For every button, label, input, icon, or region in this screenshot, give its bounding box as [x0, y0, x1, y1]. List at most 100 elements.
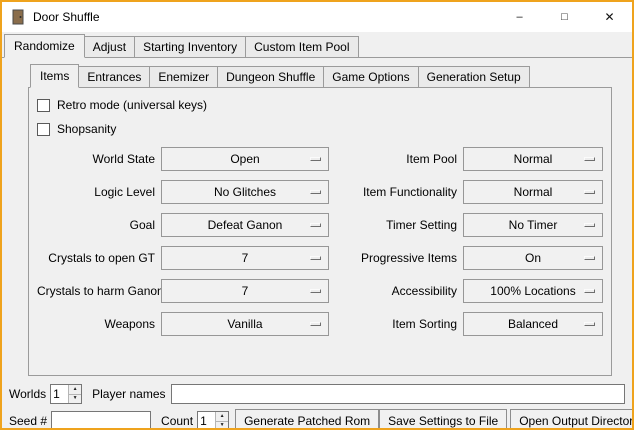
dropdown-indicator-icon — [584, 157, 595, 161]
chevron-up-icon: ▲ — [73, 387, 78, 392]
tab-dungeon-shuffle[interactable]: Dungeon Shuffle — [217, 66, 324, 87]
tab-starting-inventory[interactable]: Starting Inventory — [134, 36, 246, 57]
goal-row: Goal Defeat Ganon — [37, 213, 329, 237]
world-state-dropdown[interactable]: Open — [161, 147, 329, 171]
logic-level-value: No Glitches — [214, 185, 276, 199]
crystals-open-gt-row: Crystals to open GT 7 — [37, 246, 329, 270]
minimize-button[interactable]: – — [497, 2, 542, 32]
timer-setting-value: No Timer — [509, 218, 558, 232]
progressive-items-row: Progressive Items On — [339, 246, 603, 270]
crystals-harm-ganon-label: Crystals to harm Ganon — [37, 284, 155, 298]
crystals-harm-ganon-row: Crystals to harm Ganon 7 — [37, 279, 329, 303]
count-spin-buttons: ▲ ▼ — [215, 412, 228, 430]
progressive-items-value: On — [525, 251, 541, 265]
shopsanity-row: Shopsanity — [37, 119, 611, 139]
tab-generation-setup[interactable]: Generation Setup — [418, 66, 530, 87]
open-output-directory-button[interactable]: Open Output Directory — [510, 409, 634, 430]
timer-setting-row: Timer Setting No Timer — [339, 213, 603, 237]
weapons-dropdown[interactable]: Vanilla — [161, 312, 329, 336]
tab-items[interactable]: Items — [30, 64, 79, 88]
worlds-spin-down-button[interactable]: ▼ — [69, 395, 81, 404]
chevron-up-icon: ▲ — [220, 414, 225, 419]
window-title: Door Shuffle — [33, 10, 100, 24]
worlds-label: Worlds — [9, 387, 46, 401]
close-button[interactable]: ✕ — [587, 2, 632, 32]
worlds-spinbox: ▲ ▼ — [50, 384, 82, 404]
window: Door Shuffle – □ ✕ Randomize Adjust Star… — [0, 0, 634, 430]
item-sorting-dropdown[interactable]: Balanced — [463, 312, 603, 336]
crystals-harm-ganon-dropdown[interactable]: 7 — [161, 279, 329, 303]
dropdown-indicator-icon — [584, 223, 595, 227]
worlds-input[interactable] — [51, 385, 68, 403]
world-state-label: World State — [37, 152, 155, 166]
randomize-pane: Items Entrances Enemizer Dungeon Shuffle… — [2, 62, 632, 430]
retro-mode-row: Retro mode (universal keys) — [37, 95, 611, 115]
dropdown-indicator-icon — [310, 256, 321, 260]
dropdown-indicator-icon — [310, 190, 321, 194]
crystals-open-gt-dropdown[interactable]: 7 — [161, 246, 329, 270]
dropdown-indicator-icon — [584, 256, 595, 260]
accessibility-row: Accessibility 100% Locations — [339, 279, 603, 303]
tab-enemizer[interactable]: Enemizer — [149, 66, 218, 87]
count-input[interactable] — [198, 412, 215, 430]
logic-level-dropdown[interactable]: No Glitches — [161, 180, 329, 204]
count-spin-down-button[interactable]: ▼ — [216, 422, 228, 430]
logic-level-label: Logic Level — [37, 185, 155, 199]
app-icon — [10, 9, 26, 25]
shopsanity-checkbox[interactable] — [37, 123, 50, 136]
options-column-left: World State Open Logic Level No Glitches — [37, 147, 329, 345]
generate-patched-rom-button[interactable]: Generate Patched Rom — [235, 409, 379, 430]
tab-randomize[interactable]: Randomize — [4, 34, 85, 58]
goal-value: Defeat Ganon — [208, 218, 283, 232]
count-spin-up-button[interactable]: ▲ — [216, 412, 228, 422]
progressive-items-dropdown[interactable]: On — [463, 246, 603, 270]
maximize-button[interactable]: □ — [542, 2, 587, 32]
world-state-value: Open — [230, 152, 259, 166]
item-functionality-label: Item Functionality — [339, 185, 457, 199]
weapons-row: Weapons Vanilla — [37, 312, 329, 336]
tab-adjust[interactable]: Adjust — [84, 36, 135, 57]
count-spinbox: ▲ ▼ — [197, 411, 229, 430]
output-buttons-group: Save Settings to File Open Output Direct… — [379, 409, 634, 430]
dropdown-indicator-icon — [310, 157, 321, 161]
crystals-open-gt-label: Crystals to open GT — [37, 251, 155, 265]
crystals-open-gt-value: 7 — [242, 251, 249, 265]
tab-game-options[interactable]: Game Options — [323, 66, 418, 87]
goal-dropdown[interactable]: Defeat Ganon — [161, 213, 329, 237]
item-functionality-dropdown[interactable]: Normal — [463, 180, 603, 204]
dropdown-indicator-icon — [310, 289, 321, 293]
dropdown-indicator-icon — [310, 223, 321, 227]
dropdown-indicator-icon — [584, 289, 595, 293]
player-names-input[interactable] — [171, 384, 626, 404]
item-sorting-row: Item Sorting Balanced — [339, 312, 603, 336]
chevron-down-icon: ▼ — [220, 423, 225, 428]
count-label: Count — [161, 414, 193, 428]
items-pane: Retro mode (universal keys) Shopsanity W… — [28, 88, 612, 376]
dropdown-indicator-icon — [584, 190, 595, 194]
weapons-value: Vanilla — [227, 317, 262, 331]
item-functionality-value: Normal — [514, 185, 553, 199]
dropdown-indicator-icon — [584, 322, 595, 326]
item-functionality-row: Item Functionality Normal — [339, 180, 603, 204]
titlebar: Door Shuffle – □ ✕ — [2, 2, 632, 32]
timer-setting-dropdown[interactable]: No Timer — [463, 213, 603, 237]
worlds-spin-up-button[interactable]: ▲ — [69, 385, 81, 395]
shopsanity-label: Shopsanity — [57, 122, 116, 136]
retro-mode-label: Retro mode (universal keys) — [57, 98, 207, 112]
timer-setting-label: Timer Setting — [339, 218, 457, 232]
save-settings-button[interactable]: Save Settings to File — [379, 409, 507, 430]
options-grid: World State Open Logic Level No Glitches — [37, 147, 611, 345]
tab-custom-item-pool[interactable]: Custom Item Pool — [245, 36, 358, 57]
retro-mode-checkbox[interactable] — [37, 99, 50, 112]
maximize-icon: □ — [561, 12, 568, 23]
weapons-label: Weapons — [37, 317, 155, 331]
generate-row: Seed # Count ▲ ▼ Generate Patched Rom Sa… — [9, 409, 626, 430]
accessibility-dropdown[interactable]: 100% Locations — [463, 279, 603, 303]
worlds-spin-buttons: ▲ ▼ — [68, 385, 81, 403]
options-column-right: Item Pool Normal Item Functionality Norm… — [339, 147, 603, 345]
item-pool-value: Normal — [514, 152, 553, 166]
tab-entrances[interactable]: Entrances — [78, 66, 150, 87]
item-pool-dropdown[interactable]: Normal — [463, 147, 603, 171]
seed-input[interactable] — [51, 411, 151, 430]
player-names-label: Player names — [92, 387, 165, 401]
